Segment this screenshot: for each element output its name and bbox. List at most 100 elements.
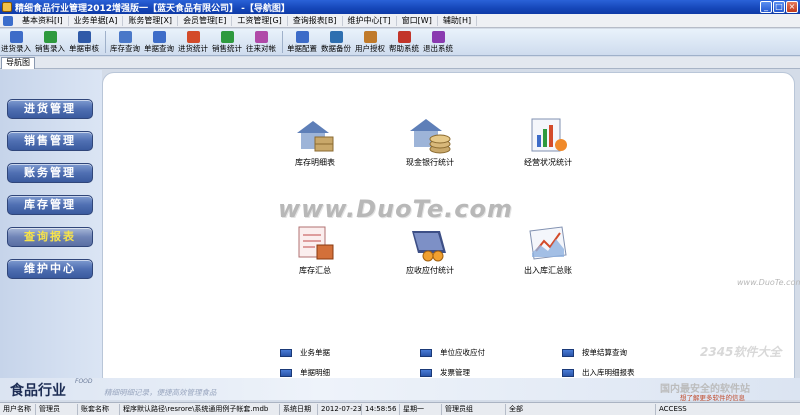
purchase-stats-icon bbox=[186, 31, 200, 43]
quicklink-label: 单位应收应付 bbox=[440, 348, 485, 357]
window-controls: _ □ × bbox=[760, 1, 798, 13]
toolbar-label: 单据审核 bbox=[69, 44, 99, 53]
quicklink-settlement-query[interactable]: 按单结算查询 bbox=[562, 347, 627, 358]
menu-members[interactable]: 会员管理[E] bbox=[178, 15, 233, 26]
navigation-panel: www.DuoTe.com www.DuoTe.com 库存明细表 现金银行统计 bbox=[102, 72, 800, 389]
menu-accounts[interactable]: 账务管理[X] bbox=[123, 15, 179, 26]
toolbar-user-auth[interactable]: 用户授权 bbox=[355, 29, 385, 53]
table-icon bbox=[420, 368, 432, 377]
toolbar-label: 单据查询 bbox=[144, 44, 174, 53]
tile-business-status[interactable]: 经营状况统计 bbox=[506, 115, 590, 168]
sidebar-item-maintenance[interactable]: 维护中心 bbox=[7, 259, 93, 279]
tab-navigation-map[interactable]: 导航图 bbox=[1, 57, 35, 69]
toolbar-reconcile[interactable]: 往来对帐 bbox=[246, 29, 276, 53]
quicklink-label: 单据明细 bbox=[300, 368, 330, 377]
quicklink-inout-detail[interactable]: 出入库明细报表 bbox=[562, 367, 635, 378]
tile-cash-bank[interactable]: 现金银行统计 bbox=[388, 115, 472, 168]
toolbar-import-entry[interactable]: 进货录入 bbox=[1, 29, 31, 53]
receivable-payable-icon bbox=[412, 231, 446, 262]
sidebar-item-sales[interactable]: 销售管理 bbox=[7, 131, 93, 151]
brand-logo-sub: FOOD bbox=[75, 378, 93, 385]
watermark-small: www.DuoTe.com bbox=[737, 278, 800, 287]
sidebar-item-purchase[interactable]: 进货管理 bbox=[7, 99, 93, 119]
menu-bar: 基本资料[I] 业务单据[A] 账务管理[X] 会员管理[E] 工资管理[G] … bbox=[0, 14, 800, 28]
table-icon bbox=[562, 348, 574, 357]
tile-stock-summary[interactable]: 库存汇总 bbox=[273, 223, 357, 276]
menu-window[interactable]: 窗口[W] bbox=[397, 15, 438, 26]
doc-audit-icon bbox=[77, 31, 91, 43]
toolbar-backup[interactable]: 数据备份 bbox=[321, 29, 351, 53]
toolbar-label: 单据配置 bbox=[287, 44, 317, 53]
toolbar-label: 退出系统 bbox=[423, 44, 453, 53]
tab-strip: 导航图 bbox=[0, 57, 800, 69]
doc-config-icon bbox=[295, 31, 309, 43]
toolbar-separator bbox=[282, 31, 283, 53]
toolbar-doc-audit[interactable]: 单据审核 bbox=[69, 29, 99, 53]
toolbar-doc-query[interactable]: 单据查询 bbox=[144, 29, 174, 53]
menu-business-docs[interactable]: 业务单据[A] bbox=[69, 15, 124, 26]
app-icon bbox=[2, 2, 12, 12]
toolbar-sales-stats[interactable]: 销售统计 bbox=[212, 29, 242, 53]
toolbar-label: 数据备份 bbox=[321, 44, 351, 53]
toolbar-sales-entry[interactable]: 销售录入 bbox=[35, 29, 65, 53]
toolbar-help[interactable]: 帮助系统 bbox=[389, 29, 419, 53]
status-scope: 全部 bbox=[506, 403, 656, 415]
toolbar-label: 进货统计 bbox=[178, 44, 208, 53]
doc-query-icon bbox=[152, 31, 166, 43]
table-icon bbox=[280, 368, 292, 377]
quicklink-receivable-payable[interactable]: 单位应收应付 bbox=[420, 347, 485, 358]
toolbar-label: 销售录入 bbox=[35, 44, 65, 53]
tile-stock-detail[interactable]: 库存明细表 bbox=[273, 115, 357, 168]
quicklink-business-docs[interactable]: 业务单据 bbox=[280, 347, 330, 358]
reconcile-icon bbox=[254, 31, 268, 43]
backup-icon bbox=[329, 31, 343, 43]
title-bar: 精细食品行业管理2012增强版一【蓝天食品有限公司】 -【导航图】 _ □ × bbox=[0, 0, 800, 14]
tile-label: 库存汇总 bbox=[299, 266, 331, 275]
toolbar-purchase-stats[interactable]: 进货统计 bbox=[178, 29, 208, 53]
menu-basic-data[interactable]: 基本资料[I] bbox=[17, 15, 69, 26]
toolbar-stock-query[interactable]: 库存查询 bbox=[110, 29, 140, 53]
status-account-path: 程序默认路径\resrore\系统通用例子帐套.mdb bbox=[120, 403, 280, 415]
menu-app-icon bbox=[3, 15, 13, 26]
tile-inout-summary[interactable]: 出入库汇总账 bbox=[506, 223, 590, 276]
quicklink-doc-detail[interactable]: 单据明细 bbox=[280, 367, 330, 378]
maximize-button[interactable]: □ bbox=[773, 1, 785, 13]
minimize-button[interactable]: _ bbox=[760, 1, 772, 13]
tile-label: 出入库汇总账 bbox=[524, 266, 572, 275]
toolbar-label: 用户授权 bbox=[355, 44, 385, 53]
toolbar-label: 库存查询 bbox=[110, 44, 140, 53]
watermark-more-info: 想了解更多软件的信息 bbox=[680, 394, 745, 402]
toolbar-doc-config[interactable]: 单据配置 bbox=[287, 29, 317, 53]
menu-help[interactable]: 辅助[H] bbox=[438, 15, 478, 26]
sidebar-item-accounts[interactable]: 账务管理 bbox=[7, 163, 93, 183]
toolbar-label: 进货录入 bbox=[1, 44, 31, 53]
sales-stats-icon bbox=[220, 31, 234, 43]
stock-summary-icon bbox=[298, 226, 334, 260]
status-db-type: ACCESS bbox=[659, 404, 687, 413]
sidebar-item-reports[interactable]: 查询报表 bbox=[7, 227, 93, 247]
stock-query-icon bbox=[118, 31, 132, 43]
tile-label: 应收应付统计 bbox=[406, 266, 454, 275]
menu-payroll[interactable]: 工资管理[G] bbox=[232, 15, 288, 26]
toolbar-label: 帮助系统 bbox=[389, 44, 419, 53]
table-icon bbox=[420, 348, 432, 357]
tile-label: 经营状况统计 bbox=[524, 158, 572, 167]
quicklink-label: 业务单据 bbox=[300, 348, 330, 357]
tile-receivable-payable[interactable]: 应收应付统计 bbox=[388, 223, 472, 276]
toolbar-exit[interactable]: 退出系统 bbox=[423, 29, 453, 53]
toolbar-separator bbox=[105, 31, 106, 53]
brand-strip: 食品行业 FOOD 精细明细记录，便捷高效管理食品 国内最安全的软件站 想了解更… bbox=[0, 378, 800, 402]
sales-entry-icon bbox=[43, 31, 57, 43]
quicklink-label: 出入库明细报表 bbox=[582, 368, 635, 377]
quicklink-invoice[interactable]: 发票管理 bbox=[420, 367, 470, 378]
status-group: 管理员组 bbox=[442, 403, 506, 415]
menu-maintenance[interactable]: 维护中心[T] bbox=[343, 15, 397, 26]
menu-reports[interactable]: 查询报表[B] bbox=[288, 15, 343, 26]
toolbar: 进货录入 销售录入 单据审核 库存查询 单据查询 进货统计 销售统计 往来对帐 … bbox=[0, 29, 800, 56]
close-button[interactable]: × bbox=[786, 1, 798, 13]
exit-icon bbox=[431, 31, 445, 43]
sidebar-item-inventory[interactable]: 库存管理 bbox=[7, 195, 93, 215]
help-icon bbox=[397, 31, 411, 43]
brand-logo: 食品行业 bbox=[10, 383, 66, 399]
status-user-value: 管理员 bbox=[36, 403, 78, 415]
